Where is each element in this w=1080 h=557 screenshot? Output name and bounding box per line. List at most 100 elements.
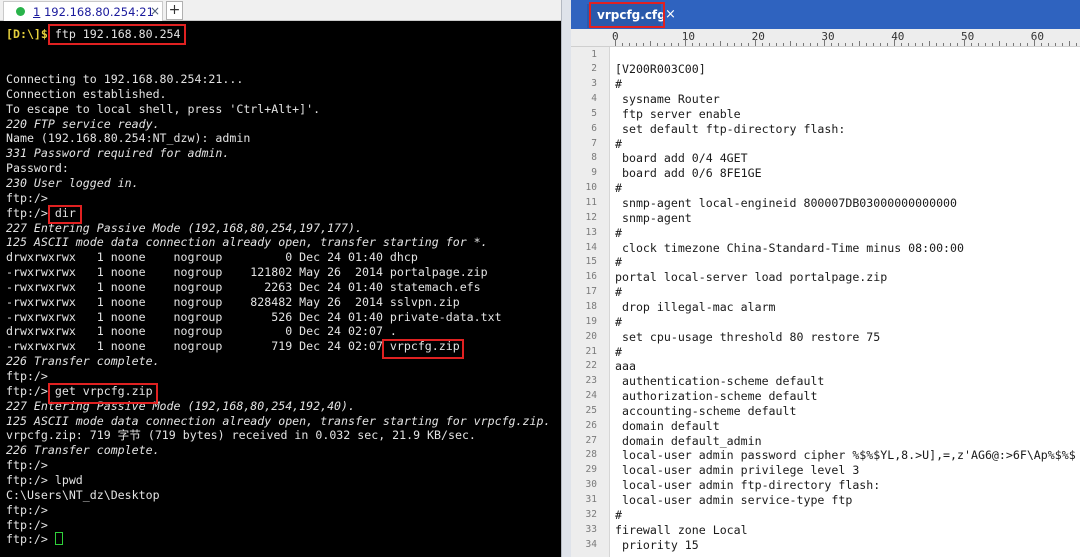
ruler-tick: [984, 43, 986, 46]
line-number: 17: [585, 286, 597, 298]
ruler-tick: [1068, 41, 1070, 46]
line-number: 28: [585, 449, 597, 461]
terminal-line: Connection established.: [6, 87, 167, 102]
code-line: #: [615, 255, 622, 270]
highlight-get-command: [48, 383, 158, 404]
line-number: 13: [585, 226, 597, 238]
terminal-line-text: vrpcfg.zip: 719 字节 (719 bytes) received …: [6, 428, 476, 443]
shell-prompt: [D:\]$: [6, 27, 48, 41]
line-number: 4: [591, 93, 597, 105]
ruler-tick: [775, 43, 777, 46]
ruler-tick: [1040, 43, 1042, 46]
ruler-tick: [712, 43, 714, 46]
line-number: 23: [585, 375, 597, 387]
ruler-tick: [740, 43, 742, 46]
ruler-label: 30: [821, 30, 835, 43]
ruler-tick: [880, 43, 882, 46]
terminal-line-text: 125 ASCII mode data connection already o…: [6, 235, 488, 250]
ruler-tick: [761, 43, 763, 46]
code-line: portal local-server load portalpage.zip: [615, 270, 888, 285]
ruler-tick: [908, 43, 910, 46]
terminal-line: 226 Transfer complete.: [6, 354, 160, 369]
code-line: #: [615, 314, 622, 329]
code-line: #: [615, 344, 622, 359]
code-line: local-user admin password cipher %$%$YL,…: [615, 448, 1076, 463]
terminal-line: vrpcfg.zip: 719 字节 (719 bytes) received …: [6, 428, 476, 443]
ruler-tick: [705, 43, 707, 46]
terminal-line: 125 ASCII mode data connection already o…: [6, 235, 488, 250]
line-number: 25: [585, 404, 597, 416]
ruler-tick: [1005, 43, 1007, 46]
ruler-tick: [950, 43, 952, 46]
code-line: local-user admin ftp-directory flash:: [615, 478, 881, 493]
terminal-line-text: ftp:/>: [6, 502, 48, 517]
terminal-output[interactable]: [D:\]$ ftp 192.168.80.254 Connecting to …: [0, 23, 561, 557]
line-number: 21: [585, 345, 597, 357]
highlight-editor-tab: [589, 2, 665, 28]
close-icon[interactable]: ×: [150, 4, 160, 18]
code-line: #: [615, 181, 622, 196]
ruler-tick: [1075, 43, 1077, 46]
ruler-tick: [615, 39, 616, 46]
terminal-line-text: C:\Users\NT_dz\Desktop: [6, 487, 160, 502]
line-number: 8: [591, 152, 597, 164]
line-number: 29: [585, 464, 597, 476]
code-line: drop illegal-mac alarm: [615, 299, 776, 314]
terminal-line: ftp:/> lpwd: [6, 473, 83, 488]
line-number: 26: [585, 419, 597, 431]
line-number: 6: [591, 122, 597, 134]
ruler-tick: [901, 43, 903, 46]
code-line: set cpu-usage threshold 80 restore 75: [615, 329, 881, 344]
terminal-line-text: 331 Password required for admin.: [6, 146, 230, 161]
terminal-line: 226 Transfer complete.: [6, 443, 160, 458]
ruler-tick: [817, 43, 819, 46]
ruler-tick: [831, 43, 833, 46]
line-number: 7: [591, 137, 597, 149]
ruler-tick: [803, 43, 805, 46]
terminal-line-text: ftp:/>: [6, 532, 55, 547]
code-line: firewall zone Local: [615, 522, 748, 537]
terminal-line-text: drwxrwxrwx 1 noone nogroup 0 Dec 24 02:0…: [6, 324, 397, 339]
cursor-icon: [54, 532, 63, 546]
ruler-tick: [789, 41, 791, 46]
terminal-line: ftp:/>: [6, 191, 48, 206]
close-icon[interactable]: ×: [665, 7, 676, 22]
terminal-line: -rwxrwxrwx 1 noone nogroup 526 Dec 24 01…: [6, 310, 502, 325]
code-line: clock timezone China-Standard-Time minus…: [615, 240, 965, 255]
terminal-tab-host: 192.168.80.254:21: [43, 5, 154, 19]
terminal-tab[interactable]: 1 192.168.80.254:21 ×: [3, 1, 163, 21]
ruler-tick: [894, 39, 896, 46]
line-number: 14: [585, 241, 597, 253]
terminal-line: ftp:/>: [6, 458, 48, 473]
ruler-tick: [768, 43, 770, 46]
terminal-line: Connecting to 192.168.80.254:21...: [6, 72, 243, 87]
pane-splitter[interactable]: [561, 0, 571, 557]
terminal-line-text: Connection established.: [6, 86, 167, 101]
new-tab-button[interactable]: +: [166, 1, 183, 20]
terminal-line-text: ftp:/>: [6, 369, 48, 383]
line-number: 2: [591, 63, 597, 75]
terminal-line-text: ftp:/> lpwd: [6, 472, 83, 487]
ruler-tick: [726, 43, 728, 46]
terminal-line-text: drwxrwxrwx 1 noone nogroup 0 Dec 24 01:4…: [6, 250, 418, 265]
ruler-tick: [719, 41, 721, 46]
ruler-tick: [1033, 39, 1035, 46]
code-line: #: [615, 136, 622, 151]
terminal-line-text: -rwxrwxrwx 1 noone nogroup 526 Dec 24 01…: [6, 309, 502, 324]
ruler-tick: [656, 43, 658, 46]
code-line: aaa: [615, 359, 636, 374]
ruler-tick: [977, 43, 979, 46]
terminal-window: 1 192.168.80.254:21 × + [D:\]$ ftp 192.1…: [0, 0, 561, 557]
code-line: #: [615, 77, 622, 92]
ruler-tick: [754, 39, 756, 46]
line-number: 5: [591, 107, 597, 119]
terminal-line: 230 User logged in.: [6, 176, 139, 191]
ruler-tick: [649, 41, 651, 46]
ruler-tick: [922, 43, 924, 46]
terminal-line-text: 226 Transfer complete.: [6, 443, 160, 458]
ruler-tick: [964, 39, 965, 46]
ruler-tick: [991, 43, 993, 46]
line-number: 33: [585, 523, 597, 535]
editor-tab-bar: vrpcfg.cfg ×: [571, 0, 1080, 29]
ruler-tick: [684, 39, 686, 46]
